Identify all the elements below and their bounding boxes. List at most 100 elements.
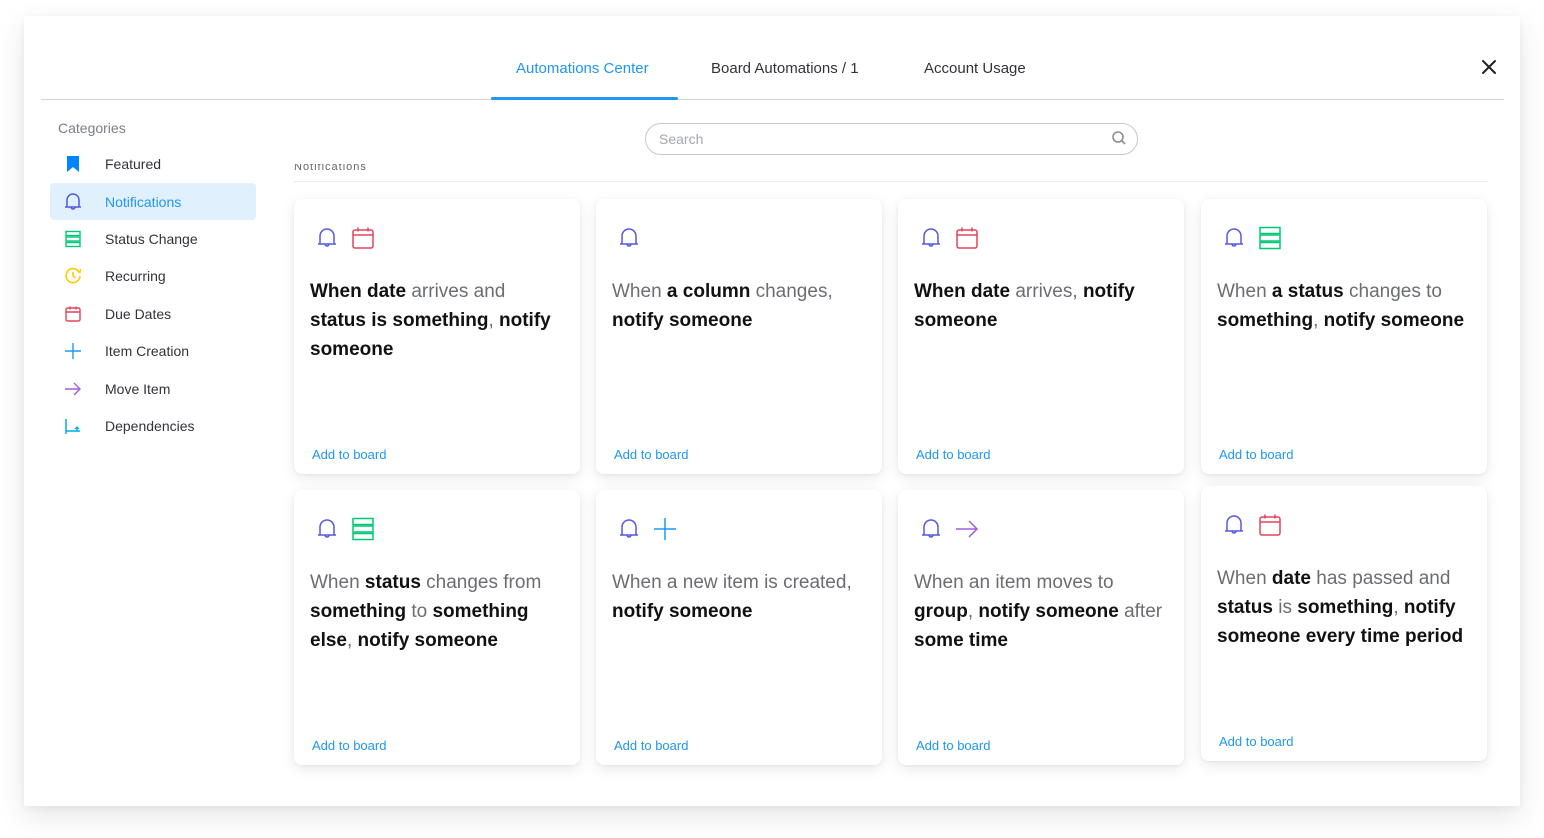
recipe-field: something [1217,310,1314,331]
status-icon [63,229,83,249]
recipe-card[interactable]: When an item moves to group, notify some… [898,490,1184,765]
sidebar-item-label: Move Item [105,380,171,397]
recipe-card[interactable]: When a new item is created, notify someo… [596,490,882,765]
close-icon [1482,60,1496,74]
recipe-field: notify someone [1323,310,1465,331]
recipe-description: When status changes from something to so… [310,572,542,651]
clock-icon [63,266,83,286]
section-title: Notifications [294,164,367,173]
recipe-icons [918,225,980,256]
sidebar-item-notifications[interactable]: Notifications [50,183,256,220]
sidebar-item-recurring[interactable]: Recurring [50,257,256,294]
close-button[interactable] [1478,56,1500,78]
recipe-icons [1221,225,1283,256]
recipe-description: When date arrives and status is somethin… [310,281,551,360]
sidebar-item-featured[interactable]: Featured [50,145,256,182]
sidebar-item-status-change[interactable]: Status Change [50,220,256,257]
recipe-card[interactable]: When date arrives and status is somethin… [294,199,580,474]
add-to-board-link[interactable]: Add to board [614,447,688,462]
recipe-card[interactable]: When status changes from something to so… [294,490,580,765]
search-box [645,123,1138,155]
bell-icon [918,516,944,547]
recipe-icons [616,516,678,547]
recipe-field: date [1271,568,1311,589]
recipe-description: When a column changes, notify someone [612,281,833,331]
bell-icon [63,192,83,212]
active-tab-indicator [491,97,678,100]
sidebar-item-label: Status Change [105,230,198,247]
add-to-board-link[interactable]: Add to board [916,447,990,462]
add-to-board-link[interactable]: Add to board [1219,447,1293,462]
recipe-icons [314,225,376,256]
recipe-icons [314,516,376,547]
recipe-field: When [310,281,362,302]
recipe-icons [918,516,980,547]
tab-account-usage[interactable]: Account Usage [924,60,1026,77]
tab-automations-center[interactable]: Automations Center [516,60,649,77]
recipe-grid: When date arrives and status is somethin… [294,199,1494,779]
sidebar-item-move-item[interactable]: Move Item [50,370,256,407]
recipe-card[interactable]: When a status changes to something, noti… [1201,199,1487,474]
recipe-field: some time [914,630,1008,651]
recipe-field: notify someone [978,601,1119,622]
search-icon[interactable] [1111,130,1127,151]
add-to-board-link[interactable]: Add to board [312,738,386,753]
recipe-field: something [1297,597,1394,618]
recipe-field: something [310,601,407,622]
sidebar-item-label: Notifications [105,193,182,210]
recipe-field: group [914,601,968,622]
add-to-board-link[interactable]: Add to board [312,447,386,462]
recipe-card[interactable]: When date arrives, notify someone Add to … [898,199,1184,474]
calendar-icon [63,304,83,324]
tab-bar: Automations Center Board Automations / 1… [41,16,1504,100]
recipe-field: status [1217,597,1273,618]
recipe-field: a column [666,281,751,302]
bookmark-icon [63,154,83,174]
recipe-field: something [392,310,489,331]
sidebar-item-item-creation[interactable]: Item Creation [50,332,256,369]
recipe-icons [616,225,642,256]
bell-icon [616,516,642,547]
recipe-field: When [914,281,966,302]
bell-icon [314,225,340,256]
recipe-description: When date arrives, notify someone [914,281,1135,331]
recipe-field: notify someone [612,310,753,331]
status-icon [350,516,376,547]
bell-icon [918,225,944,256]
automations-modal: Automations Center Board Automations / 1… [24,16,1520,806]
plus-icon [63,341,83,361]
recipe-field: is [371,310,388,331]
sidebar-item-label: Recurring [105,267,166,284]
sidebar-item-label: Dependencies [105,417,195,434]
recipe-description: When an item moves to group, notify some… [914,572,1163,651]
sidebar-item-due-dates[interactable]: Due Dates [50,295,256,332]
sidebar-item-dependencies[interactable]: Dependencies [50,407,256,444]
add-to-board-link[interactable]: Add to board [916,738,990,753]
calendar-icon [350,225,376,256]
recipe-card[interactable]: When date has passed and status is somet… [1201,486,1487,761]
add-to-board-link[interactable]: Add to board [614,738,688,753]
recipe-description: When date has passed and status is somet… [1217,568,1464,647]
bell-icon [1221,512,1247,543]
sidebar-item-label: Featured [105,155,162,172]
dependency-icon [63,416,83,436]
recipe-description: When a status changes to something, noti… [1217,281,1465,331]
tab-board-automations[interactable]: Board Automations / 1 [711,60,859,77]
recipe-field: status [310,310,366,331]
arrow-right-icon [954,516,980,547]
search-input[interactable] [659,131,1099,147]
calendar-icon [954,225,980,256]
bell-icon [616,225,642,256]
status-icon [1257,225,1283,256]
recipe-field: date [971,281,1011,302]
sidebar-item-label: Due Dates [105,305,172,322]
recipe-field: every time period [1305,626,1464,647]
sidebar-item-label: Item Creation [105,342,190,359]
add-to-board-link[interactable]: Add to board [1219,734,1293,749]
bell-icon [1221,225,1247,256]
recipe-field: date [367,281,407,302]
recipe-icons [1221,512,1283,543]
arrow-right-icon [63,379,83,399]
section-header: Notifications [294,164,1488,182]
recipe-card[interactable]: When a column changes, notify someone Add… [596,199,882,474]
